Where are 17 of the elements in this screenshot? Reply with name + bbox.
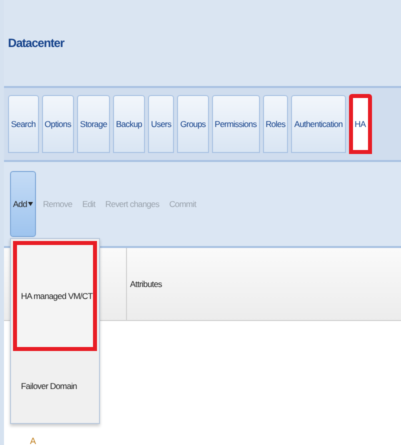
menu-button[interactable]: Add bbox=[10, 171, 36, 237]
tab[interactable]: Roles bbox=[262, 95, 288, 153]
tab[interactable]: HA bbox=[348, 94, 372, 154]
menu-item[interactable]: Failover Domain bbox=[17, 351, 91, 421]
row-text: A bbox=[30, 436, 36, 445]
tab[interactable]: Storage bbox=[77, 95, 110, 153]
menu-item[interactable]: HA managed VM/CT bbox=[13, 241, 97, 351]
panel-title: Datacenter bbox=[8, 36, 64, 50]
tab[interactable]: Search bbox=[8, 95, 39, 153]
column-header[interactable]: Attributes bbox=[127, 248, 162, 320]
tab[interactable]: Users bbox=[148, 95, 174, 153]
tab[interactable]: Groups bbox=[177, 95, 209, 153]
tab[interactable]: Options bbox=[42, 95, 74, 153]
tab[interactable]: Authentication bbox=[291, 95, 346, 153]
tab[interactable]: Backup bbox=[113, 95, 145, 153]
tab[interactable]: Permissions bbox=[212, 95, 260, 153]
caret-icon bbox=[28, 202, 33, 206]
